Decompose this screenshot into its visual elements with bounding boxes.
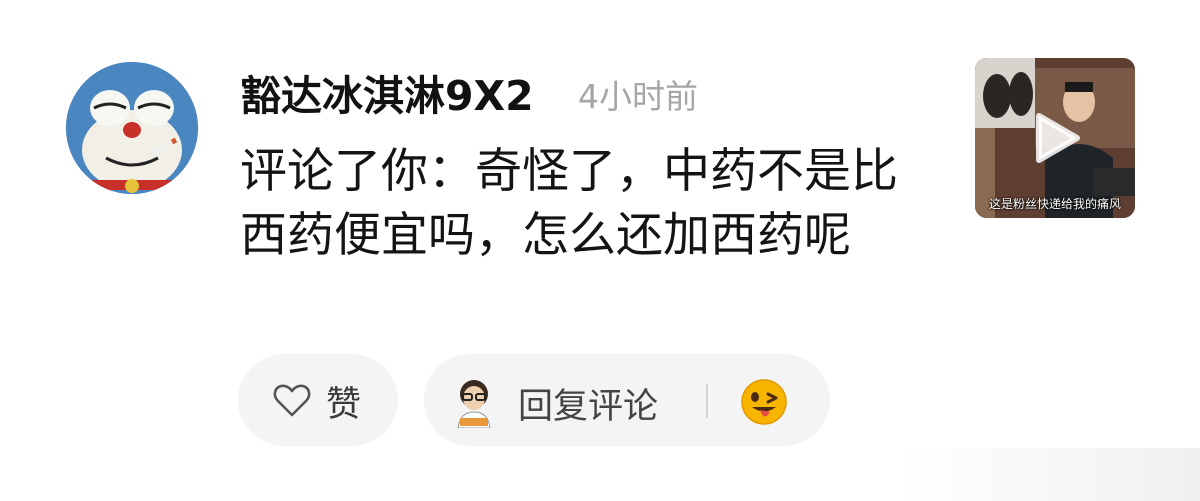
winking-tongue-emoji-icon[interactable] bbox=[740, 378, 788, 426]
like-button[interactable]: 赞 bbox=[238, 354, 398, 446]
play-icon bbox=[1036, 113, 1080, 163]
reply-comment-button[interactable]: 回复评论 bbox=[424, 354, 830, 446]
comment-text: 评论了你：奇怪了，中药不是比西药便宜吗，怎么还加西药呢 bbox=[240, 144, 898, 263]
divider bbox=[706, 384, 708, 418]
timestamp: 4小时前 bbox=[578, 77, 698, 116]
doraemon-avatar-icon bbox=[66, 62, 198, 194]
comment-notification-card[interactable]: 豁达冰淇淋9X2 4小时前 评论了你：奇怪了，中药不是比西药便宜吗，怎么还加西药… bbox=[0, 0, 1200, 501]
bottom-fade bbox=[900, 448, 1200, 501]
thumbnail-caption: 这是粉丝快递给我的痛风 bbox=[988, 197, 1121, 211]
username[interactable]: 豁达冰淇淋9X2 bbox=[240, 62, 534, 122]
cartoon-user-avatar-icon bbox=[457, 380, 491, 428]
user-avatar[interactable] bbox=[66, 62, 198, 194]
video-thumbnail[interactable]: 这是粉丝快递给我的痛风 bbox=[975, 58, 1135, 218]
heart-outline-icon bbox=[273, 384, 311, 417]
reply-comment-label: 回复评论 bbox=[518, 387, 659, 427]
like-label: 赞 bbox=[326, 385, 362, 425]
